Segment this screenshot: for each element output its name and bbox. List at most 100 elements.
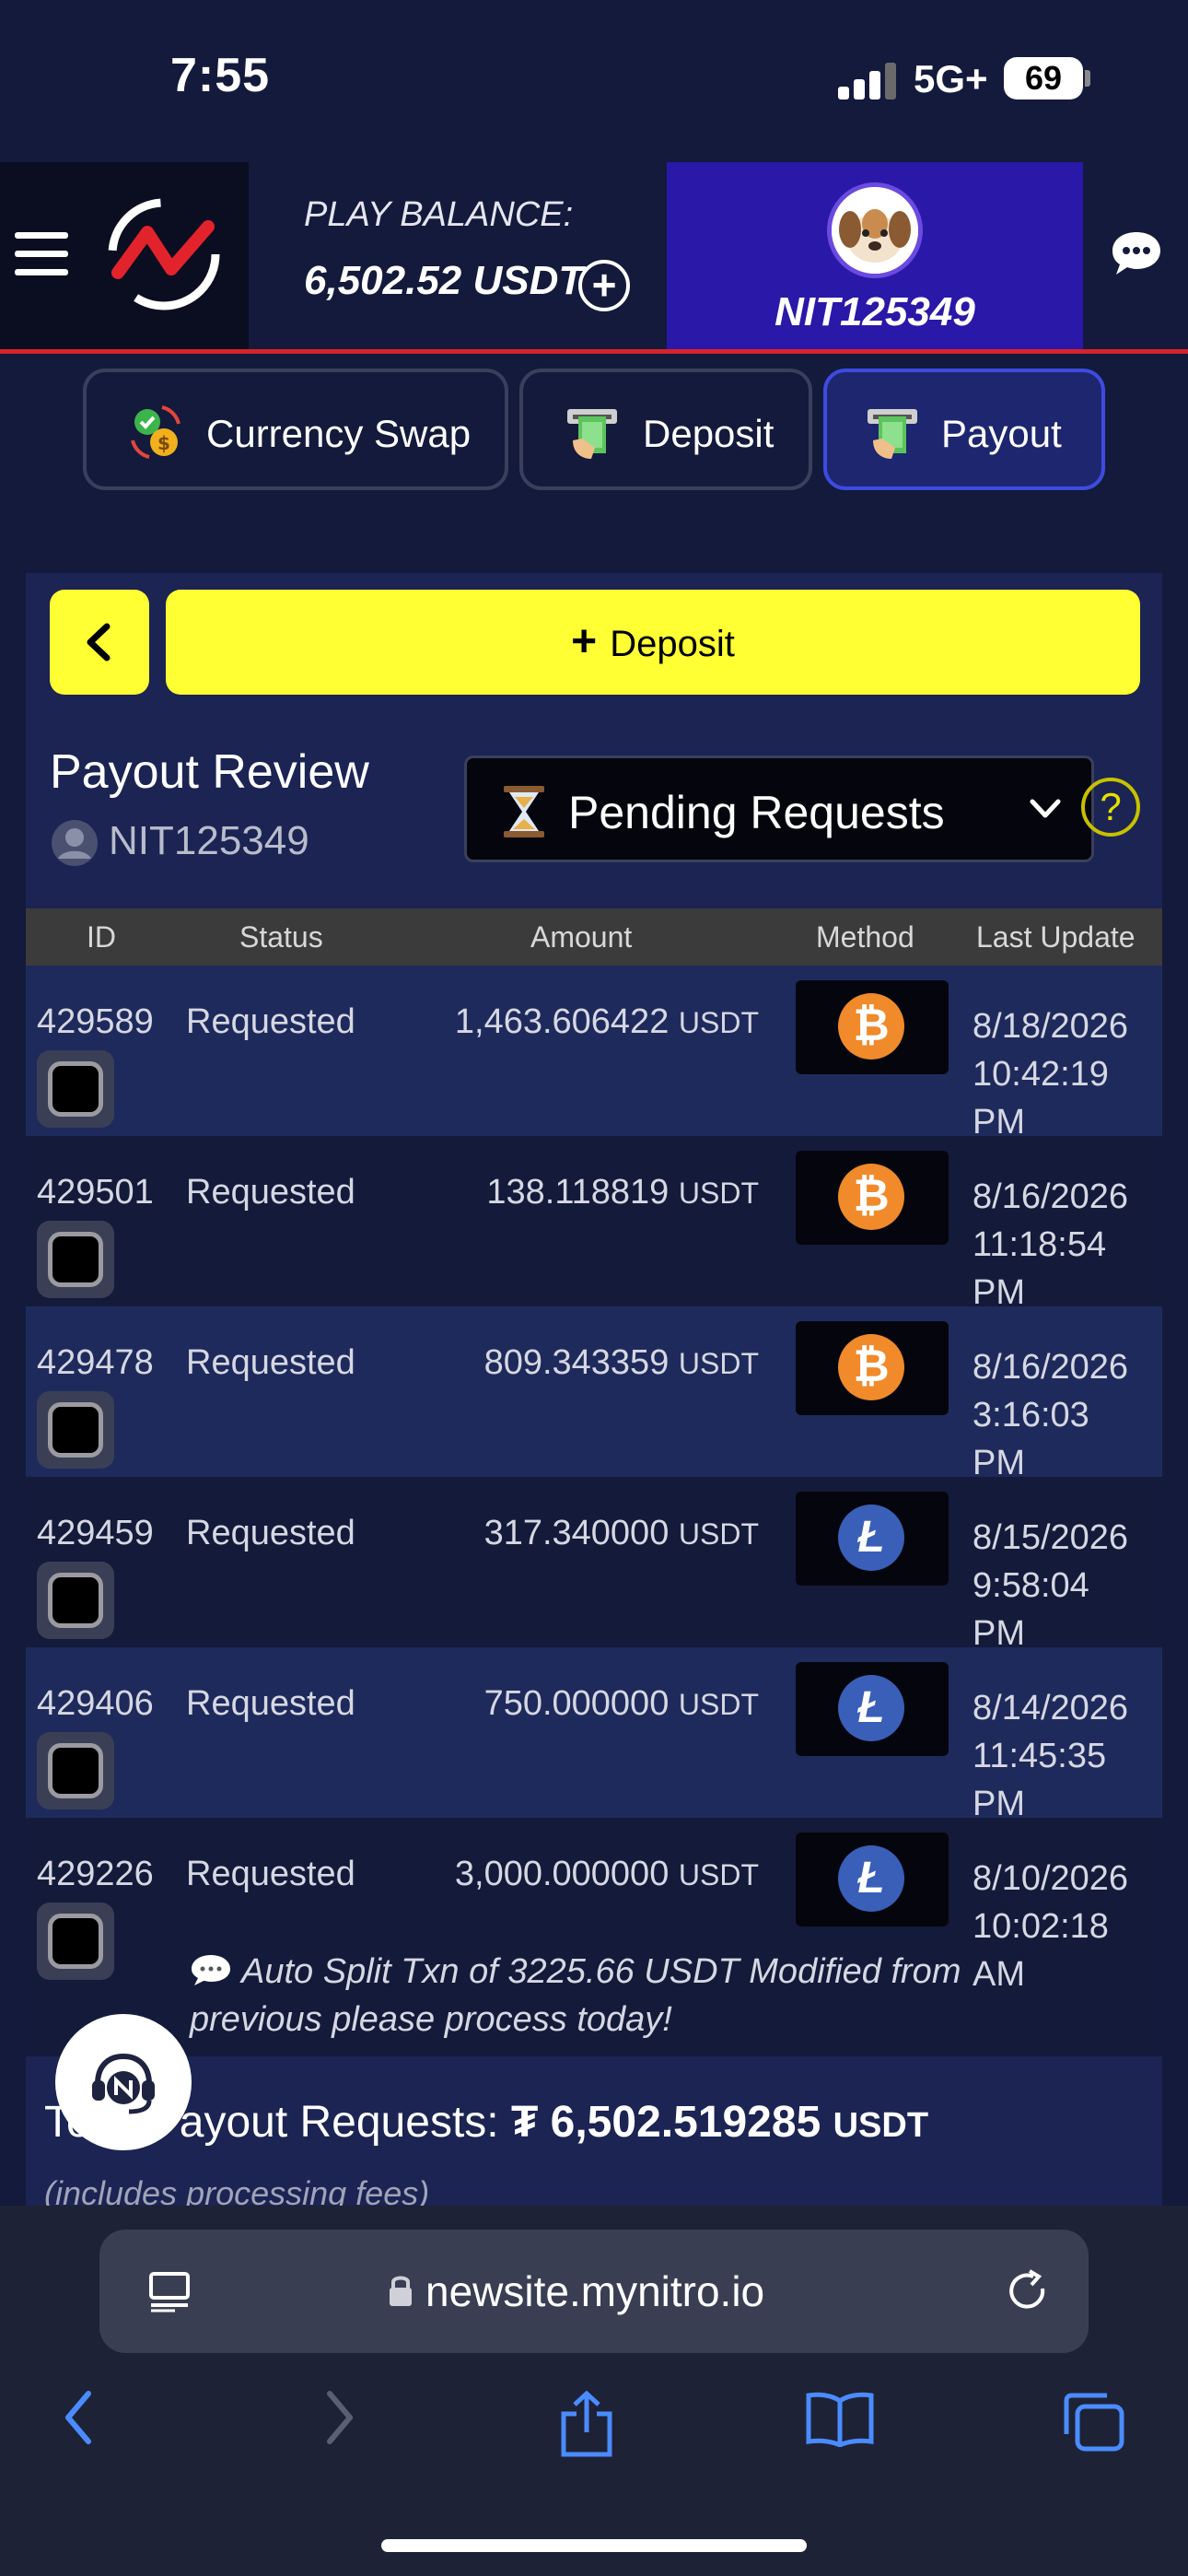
payout-panel: + Deposit Payout Review NIT125349 Pending…	[26, 573, 1162, 2213]
hourglass-icon	[504, 786, 544, 837]
row-date: 8/14/2026	[973, 1689, 1129, 1727]
hamburger-icon[interactable]	[15, 232, 68, 276]
row-method: Ł	[796, 1492, 949, 1586]
row-amount: 3,000.000000 USDT	[455, 1855, 759, 1894]
tabs-overview-icon[interactable]	[1061, 2390, 1125, 2453]
row-time: 10:02:18	[973, 1907, 1109, 1946]
row-amount: 1,463.606422 USDT	[455, 1002, 759, 1042]
row-id: 429589	[37, 1002, 154, 1041]
signal-icon	[838, 61, 896, 100]
row-amount-unit: USDT	[678, 1517, 759, 1551]
table-row: 429406 Requested 750.000000 USDT Ł 8/14/…	[26, 1647, 1162, 1823]
app-header: PLAY BALANCE: 6,502.52 USDT + NIT125349	[0, 162, 1188, 354]
row-checkbox[interactable]	[37, 1050, 114, 1128]
share-icon[interactable]	[558, 2390, 615, 2458]
row-id: 429501	[37, 1173, 154, 1212]
atm-cash-icon	[567, 409, 617, 459]
tab-payout[interactable]: Payout	[823, 369, 1105, 490]
row-id: 429226	[37, 1855, 154, 1893]
help-button[interactable]: ?	[1081, 778, 1140, 837]
bitcoin-icon: ₿	[838, 1164, 904, 1230]
user-profile-button[interactable]: NIT125349	[667, 162, 1083, 349]
tab-label: Payout	[941, 412, 1062, 455]
row-time: 3:16:03	[973, 1396, 1089, 1434]
row-checkbox[interactable]	[37, 1221, 114, 1298]
litecoin-icon: Ł	[838, 1505, 904, 1571]
tab-deposit[interactable]: Deposit	[519, 369, 812, 490]
atm-cash-icon	[868, 409, 917, 459]
row-status: Requested	[186, 1002, 355, 1041]
status-filter-select[interactable]: Pending Requests	[464, 755, 1094, 862]
row-status: Requested	[186, 1855, 355, 1893]
row-id: 429478	[37, 1343, 154, 1382]
reader-mode-icon[interactable]	[147, 2270, 192, 2313]
tab-bar: $ Currency Swap Deposit Payout	[0, 369, 1188, 494]
chat-icon[interactable]	[1111, 230, 1162, 276]
speech-bubble-icon	[192, 1955, 230, 1985]
row-amount-unit: USDT	[678, 1347, 759, 1380]
row-last-update: 8/16/2026 3:16:03 PM	[973, 1343, 1128, 1487]
total-summary: Total Payout Requests: ₮ 6,502.519285 US…	[26, 2056, 1162, 2213]
row-last-update: 8/15/2026 9:58:04 PM	[973, 1514, 1128, 1657]
lock-icon	[390, 2276, 412, 2306]
row-last-update: 8/16/2026 11:18:54 PM	[973, 1173, 1128, 1317]
bookmarks-icon[interactable]	[805, 2390, 875, 2447]
row-method: ₿	[796, 980, 949, 1074]
row-amount: 317.340000 USDT	[484, 1514, 759, 1553]
support-chat-button[interactable]	[55, 2014, 192, 2150]
row-date: 8/10/2026	[973, 1859, 1129, 1898]
row-amount: 750.000000 USDT	[484, 1684, 759, 1724]
table-row: 429501 Requested 138.118819 USDT ₿ 8/16/…	[26, 1136, 1162, 1312]
litecoin-icon: Ł	[838, 1675, 904, 1741]
row-method: ₿	[796, 1151, 949, 1245]
litecoin-icon: Ł	[838, 1845, 904, 1912]
column-header-amount: Amount	[530, 920, 633, 954]
row-checkbox[interactable]	[37, 1562, 114, 1639]
column-header-last-update: Last Update	[976, 920, 1136, 954]
status-time: 7:55	[170, 49, 271, 102]
row-status: Requested	[186, 1173, 355, 1212]
network-label: 5G+	[914, 57, 988, 100]
row-amount-unit: USDT	[678, 1858, 759, 1891]
row-note: Auto Split Txn of 3225.66 USDT Modified …	[190, 1948, 982, 2043]
deposit-button[interactable]: + Deposit	[166, 590, 1140, 695]
home-indicator	[381, 2539, 807, 2552]
browser-back-icon[interactable]	[61, 2390, 98, 2445]
page-title: Payout Review	[50, 745, 369, 799]
row-status: Requested	[186, 1684, 355, 1723]
address-bar[interactable]: newsite.mynitro.io	[99, 2230, 1089, 2353]
tab-label: Currency Swap	[206, 412, 472, 455]
table-header: ID Status Amount Method Last Update	[26, 908, 1162, 966]
row-last-update: 8/18/2026 10:42:19 PM	[973, 1002, 1128, 1146]
url-text: newsite.mynitro.io	[425, 2267, 765, 2315]
row-amount-value: 3,000.000000	[454, 1855, 670, 1893]
svg-text:$: $	[157, 432, 170, 454]
tab-label: Deposit	[643, 412, 775, 455]
plus-icon: +	[571, 617, 598, 666]
row-amount-unit: USDT	[678, 1688, 759, 1721]
browser-forward-icon[interactable]	[320, 2390, 357, 2445]
chevron-down-icon	[1030, 799, 1061, 818]
back-button[interactable]	[50, 590, 149, 695]
row-amount-value: 809.343359	[483, 1343, 670, 1382]
balance-label: PLAY BALANCE:	[304, 195, 574, 234]
battery-icon: 69	[1004, 57, 1083, 100]
table-row: 429459 Requested 317.340000 USDT Ł 8/15/…	[26, 1477, 1162, 1653]
tab-currency-swap[interactable]: $ Currency Swap	[83, 369, 508, 490]
row-date: 8/16/2026	[973, 1348, 1129, 1387]
status-bar: 7:55 5G+ 69	[0, 0, 1188, 162]
add-balance-button[interactable]: +	[578, 260, 630, 311]
row-checkbox[interactable]	[37, 1391, 114, 1469]
column-header-status: Status	[239, 920, 323, 954]
user-icon	[52, 820, 98, 867]
row-date: 8/16/2026	[973, 1177, 1129, 1216]
row-date: 8/18/2026	[973, 1007, 1129, 1046]
row-checkbox[interactable]	[37, 1903, 114, 1980]
row-time: 11:18:54	[973, 1225, 1107, 1264]
row-checkbox[interactable]	[37, 1732, 114, 1809]
reload-icon[interactable]	[1006, 2268, 1052, 2316]
row-method: ₿	[796, 1321, 949, 1415]
nitro-logo[interactable]	[105, 195, 223, 313]
row-method: Ł	[796, 1662, 949, 1756]
row-last-update: 8/10/2026 10:02:18 AM	[973, 1855, 1128, 1998]
